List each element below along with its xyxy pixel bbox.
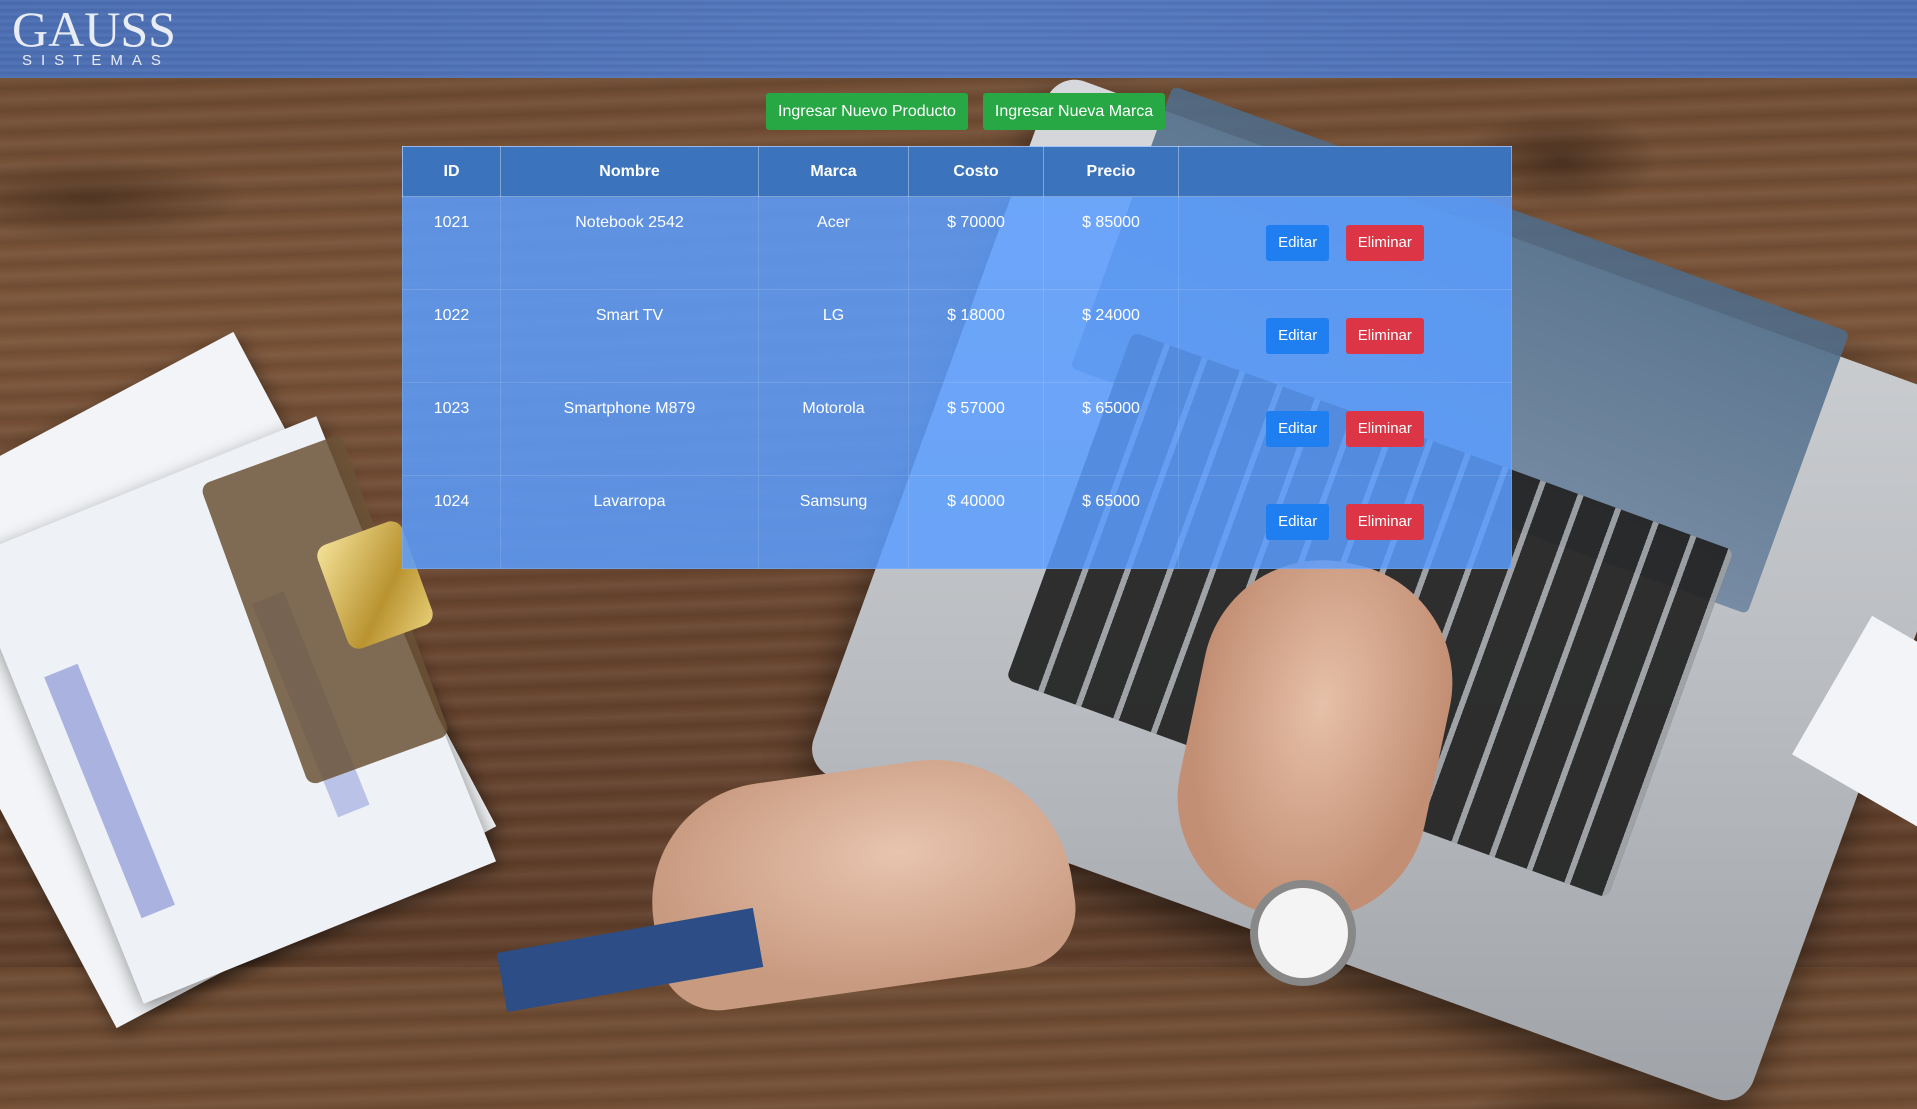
cell-actions: Editar Eliminar xyxy=(1178,196,1512,290)
column-header-id: ID xyxy=(402,146,501,197)
top-header: GAUSS SISTEMAS xyxy=(0,0,1917,78)
cell-marca: Motorola xyxy=(758,382,909,476)
delete-button[interactable]: Eliminar xyxy=(1345,225,1424,261)
cell-id: 1023 xyxy=(402,382,501,476)
delete-button[interactable]: Eliminar xyxy=(1345,411,1424,447)
table-row: 1022 Smart TV LG $ 18000 $ 24000 Editar … xyxy=(402,289,1512,383)
edit-button[interactable]: Editar xyxy=(1266,318,1330,354)
cell-precio: $ 65000 xyxy=(1043,475,1179,569)
cell-actions: Editar Eliminar xyxy=(1178,289,1512,383)
edit-button[interactable]: Editar xyxy=(1266,411,1330,447)
products-table: ID Nombre Marca Costo Precio 1021 Notebo… xyxy=(402,146,1512,569)
cell-nombre: Notebook 2542 xyxy=(500,196,759,290)
delete-button[interactable]: Eliminar xyxy=(1345,504,1424,540)
action-bar: Ingresar Nuevo Producto Ingresar Nueva M… xyxy=(766,93,1166,130)
cell-id: 1021 xyxy=(402,196,501,290)
cell-nombre: Smartphone M879 xyxy=(500,382,759,476)
cell-nombre: Lavarropa xyxy=(500,475,759,569)
logo[interactable]: GAUSS SISTEMAS xyxy=(12,1,176,69)
cell-costo: $ 57000 xyxy=(908,382,1044,476)
cell-marca: LG xyxy=(758,289,909,383)
cell-marca: Samsung xyxy=(758,475,909,569)
edit-button[interactable]: Editar xyxy=(1266,225,1330,261)
cell-precio: $ 85000 xyxy=(1043,196,1179,290)
logo-title: GAUSS xyxy=(12,1,176,57)
new-brand-button[interactable]: Ingresar Nueva Marca xyxy=(982,93,1166,130)
cell-costo: $ 40000 xyxy=(908,475,1044,569)
cell-actions: Editar Eliminar xyxy=(1178,475,1512,569)
cell-precio: $ 65000 xyxy=(1043,382,1179,476)
background-watch xyxy=(1250,880,1356,986)
cell-precio: $ 24000 xyxy=(1043,289,1179,383)
column-header-nombre: Nombre xyxy=(500,146,759,197)
table-row: 1021 Notebook 2542 Acer $ 70000 $ 85000 … xyxy=(402,196,1512,290)
table-row: 1024 Lavarropa Samsung $ 40000 $ 65000 E… xyxy=(402,475,1512,569)
cell-nombre: Smart TV xyxy=(500,289,759,383)
column-header-actions xyxy=(1178,146,1512,197)
table-header-row: ID Nombre Marca Costo Precio xyxy=(402,146,1512,197)
cell-costo: $ 18000 xyxy=(908,289,1044,383)
new-product-button[interactable]: Ingresar Nuevo Producto xyxy=(766,93,968,130)
cell-actions: Editar Eliminar xyxy=(1178,382,1512,476)
table-row: 1023 Smartphone M879 Motorola $ 57000 $ … xyxy=(402,382,1512,476)
cell-id: 1022 xyxy=(402,289,501,383)
logo-subtitle: SISTEMAS xyxy=(22,52,170,69)
cell-marca: Acer xyxy=(758,196,909,290)
edit-button[interactable]: Editar xyxy=(1266,504,1330,540)
cell-costo: $ 70000 xyxy=(908,196,1044,290)
column-header-costo: Costo xyxy=(908,146,1044,197)
column-header-precio: Precio xyxy=(1043,146,1179,197)
column-header-marca: Marca xyxy=(758,146,909,197)
delete-button[interactable]: Eliminar xyxy=(1345,318,1424,354)
cell-id: 1024 xyxy=(402,475,501,569)
